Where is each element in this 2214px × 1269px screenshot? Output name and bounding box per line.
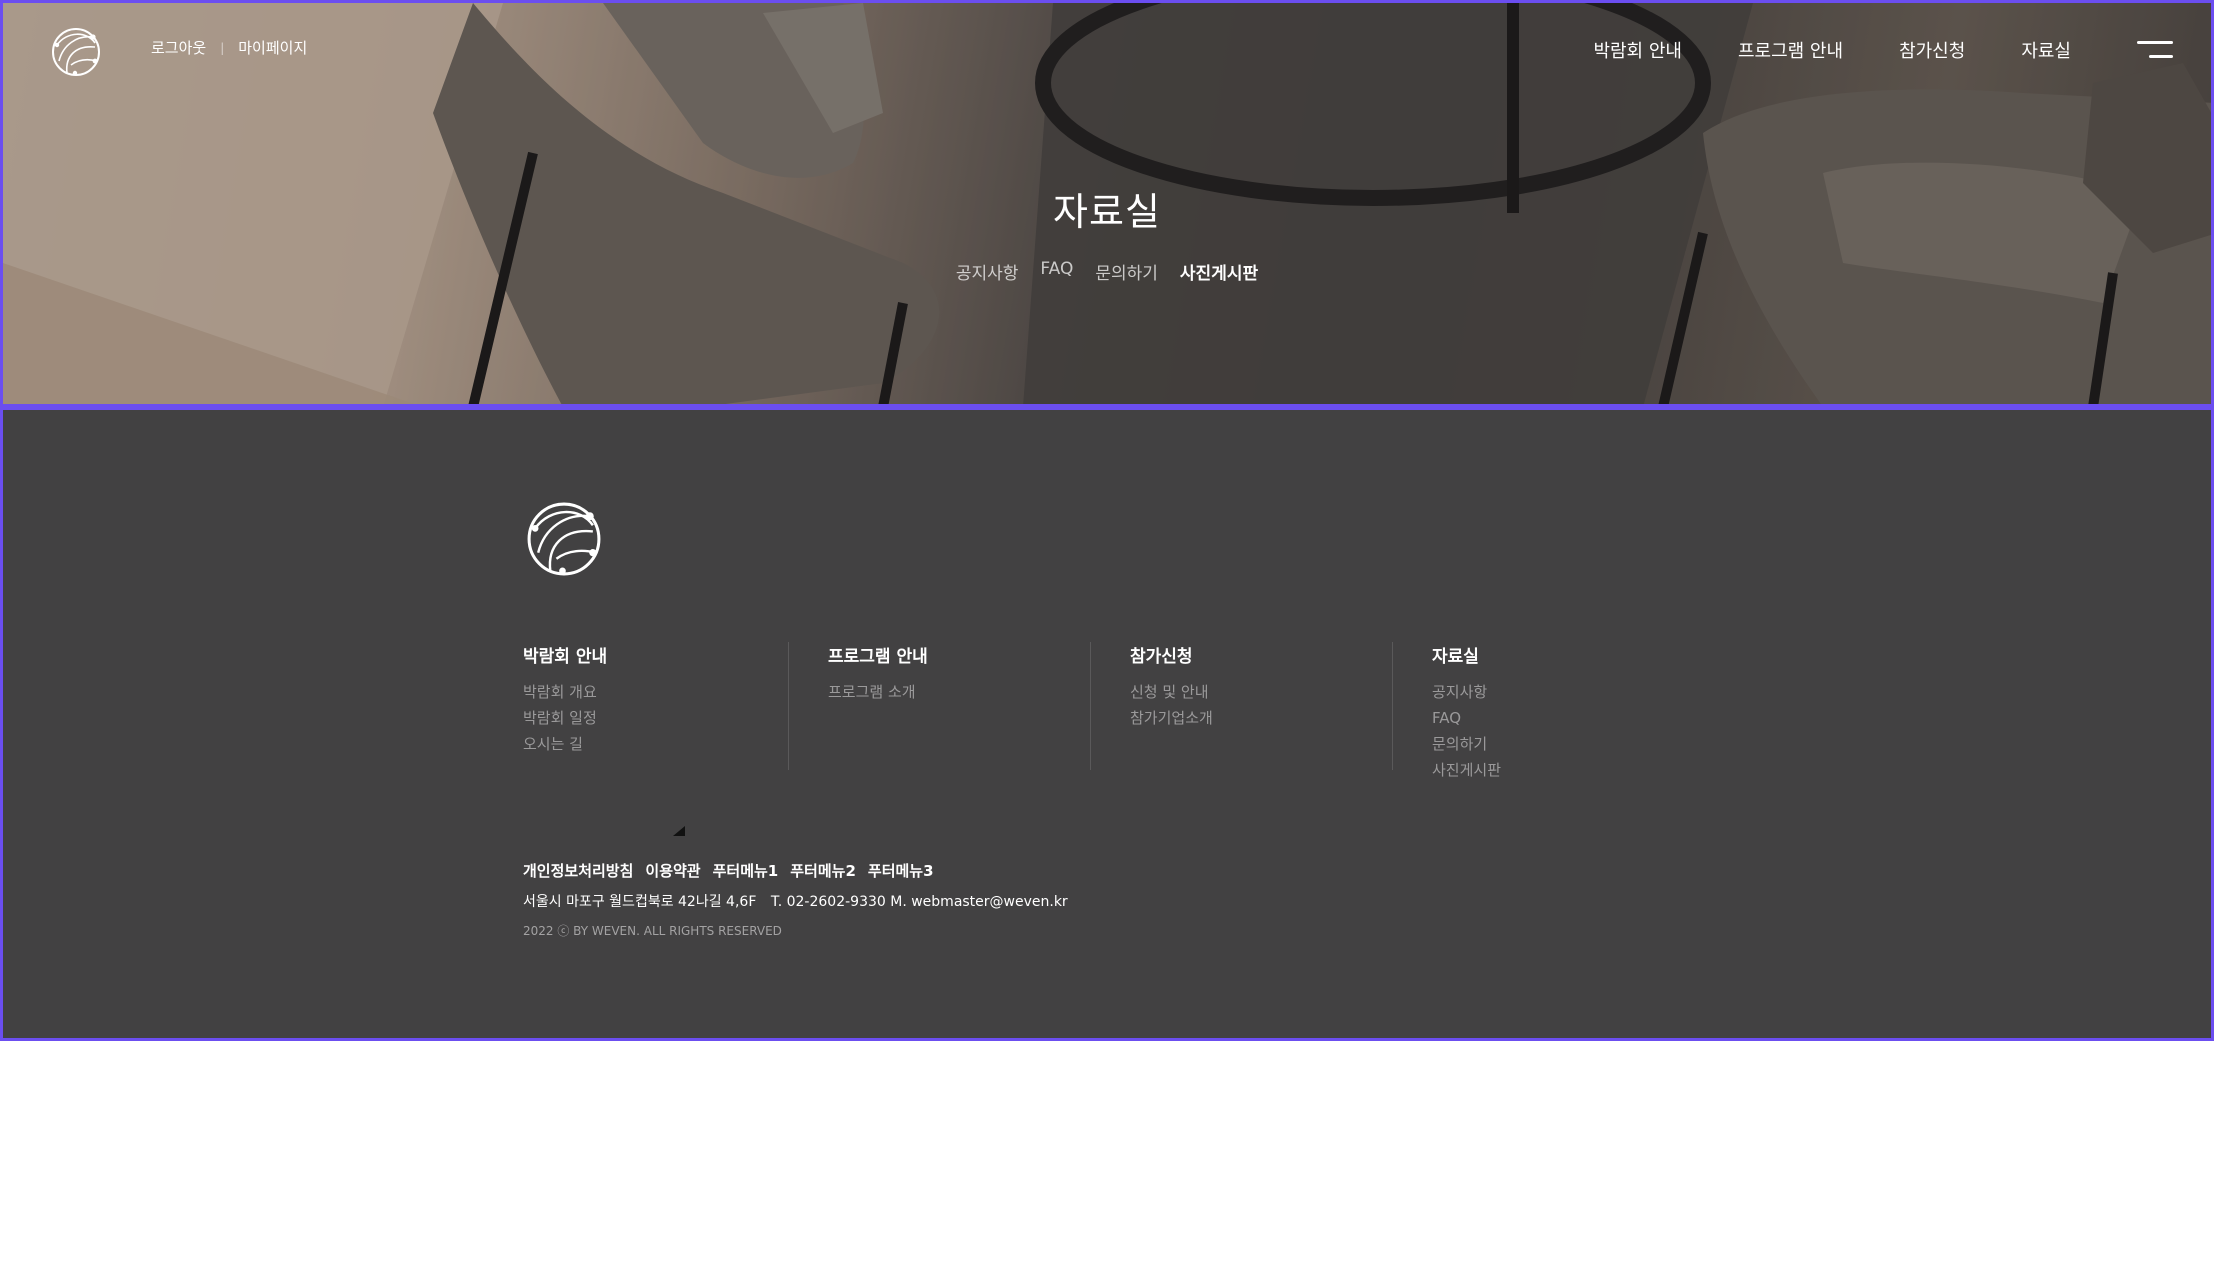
policy-links: 개인정보처리방침 이용약관 푸터메뉴1 푸터메뉴2 푸터메뉴3 bbox=[523, 860, 934, 881]
nav-item-program-info[interactable]: 프로그램 안내 bbox=[1738, 37, 1843, 63]
sitemap-link[interactable]: 공지사항 bbox=[1432, 679, 1694, 705]
sitemap-link[interactable]: 참가기업소개 bbox=[1130, 705, 1392, 731]
main-nav: 박람회 안내 프로그램 안내 참가신청 자료실 bbox=[1593, 37, 2071, 63]
sitemap-link[interactable]: 사진게시판 bbox=[1432, 757, 1694, 783]
privacy-policy-link[interactable]: 개인정보처리방침 bbox=[523, 860, 633, 881]
sitemap-link[interactable]: 문의하기 bbox=[1432, 731, 1694, 757]
footer: 박람회 안내 박람회 개요 박람회 일정 오시는 길 프로그램 안내 프로그램 … bbox=[3, 410, 2211, 1038]
footer-menu-3-link[interactable]: 푸터메뉴3 bbox=[868, 860, 934, 881]
util-links: 로그아웃 | 마이페이지 bbox=[151, 37, 307, 58]
tab-notice[interactable]: 공지사항 bbox=[956, 259, 1019, 284]
footer-sitemap: 박람회 안내 박람회 개요 박람회 일정 오시는 길 프로그램 안내 프로그램 … bbox=[523, 642, 1694, 779]
hero-banner: 로그아웃 | 마이페이지 박람회 안내 프로그램 안내 참가신청 자료실 자료실… bbox=[3, 3, 2211, 407]
sitemap-col-program: 프로그램 안내 프로그램 소개 bbox=[788, 642, 1090, 770]
footer-menu-2-link[interactable]: 푸터메뉴2 bbox=[790, 860, 856, 881]
sitemap-link[interactable]: 프로그램 소개 bbox=[828, 679, 1090, 705]
menu-hamburger-icon[interactable] bbox=[2135, 41, 2173, 61]
page-title: 자료실 bbox=[1053, 190, 1161, 234]
footer-address: 서울시 마포구 월드컵북로 42나길 4,6F T. 02-2602-9330 … bbox=[523, 891, 1068, 911]
terms-link[interactable]: 이용약관 bbox=[645, 860, 700, 881]
tab-faq[interactable]: FAQ bbox=[1040, 259, 1073, 284]
mypage-link[interactable]: 마이페이지 bbox=[238, 37, 307, 58]
nav-item-apply[interactable]: 참가신청 bbox=[1899, 37, 1965, 63]
sitemap-link[interactable]: 박람회 일정 bbox=[523, 705, 788, 731]
sitemap-col-apply: 참가신청 신청 및 안내 참가기업소개 bbox=[1090, 642, 1392, 770]
sitemap-title[interactable]: 자료실 bbox=[1432, 642, 1694, 667]
page-frame: 로그아웃 | 마이페이지 박람회 안내 프로그램 안내 참가신청 자료실 자료실… bbox=[0, 0, 2214, 1041]
sitemap-link[interactable]: 박람회 개요 bbox=[523, 679, 788, 705]
contact-text: T. 02-2602-9330 M. webmaster@weven.kr bbox=[770, 894, 1068, 910]
sitemap-link[interactable]: 신청 및 안내 bbox=[1130, 679, 1392, 705]
tab-photo-board[interactable]: 사진게시판 bbox=[1180, 259, 1258, 284]
logo-globe-icon[interactable] bbox=[49, 25, 103, 79]
sitemap-link[interactable]: FAQ bbox=[1432, 705, 1694, 731]
sub-tabs: 공지사항 FAQ 문의하기 사진게시판 bbox=[3, 259, 2211, 284]
sitemap-link[interactable]: 오시는 길 bbox=[523, 731, 788, 757]
sitemap-col-expo: 박람회 안내 박람회 개요 박람회 일정 오시는 길 bbox=[523, 642, 788, 770]
footer-menu-1-link[interactable]: 푸터메뉴1 bbox=[713, 860, 779, 881]
util-separator: | bbox=[220, 40, 225, 55]
corner-marker bbox=[673, 826, 685, 836]
sitemap-col-archive: 자료실 공지사항 FAQ 문의하기 사진게시판 bbox=[1392, 642, 1694, 779]
footer-logo-globe-icon[interactable] bbox=[523, 498, 605, 580]
nav-item-expo-info[interactable]: 박람회 안내 bbox=[1593, 37, 1682, 63]
sitemap-title[interactable]: 박람회 안내 bbox=[523, 642, 788, 667]
sitemap-title[interactable]: 프로그램 안내 bbox=[828, 642, 1090, 667]
logout-link[interactable]: 로그아웃 bbox=[151, 37, 206, 58]
tab-inquiry[interactable]: 문의하기 bbox=[1095, 259, 1158, 284]
address-text: 서울시 마포구 월드컵북로 42나길 4,6F bbox=[523, 894, 757, 910]
nav-item-archive[interactable]: 자료실 bbox=[2021, 37, 2071, 63]
copyright: 2022 ⓒ BY WEVEN. ALL RIGHTS RESERVED bbox=[523, 924, 782, 938]
sitemap-title[interactable]: 참가신청 bbox=[1130, 642, 1392, 667]
